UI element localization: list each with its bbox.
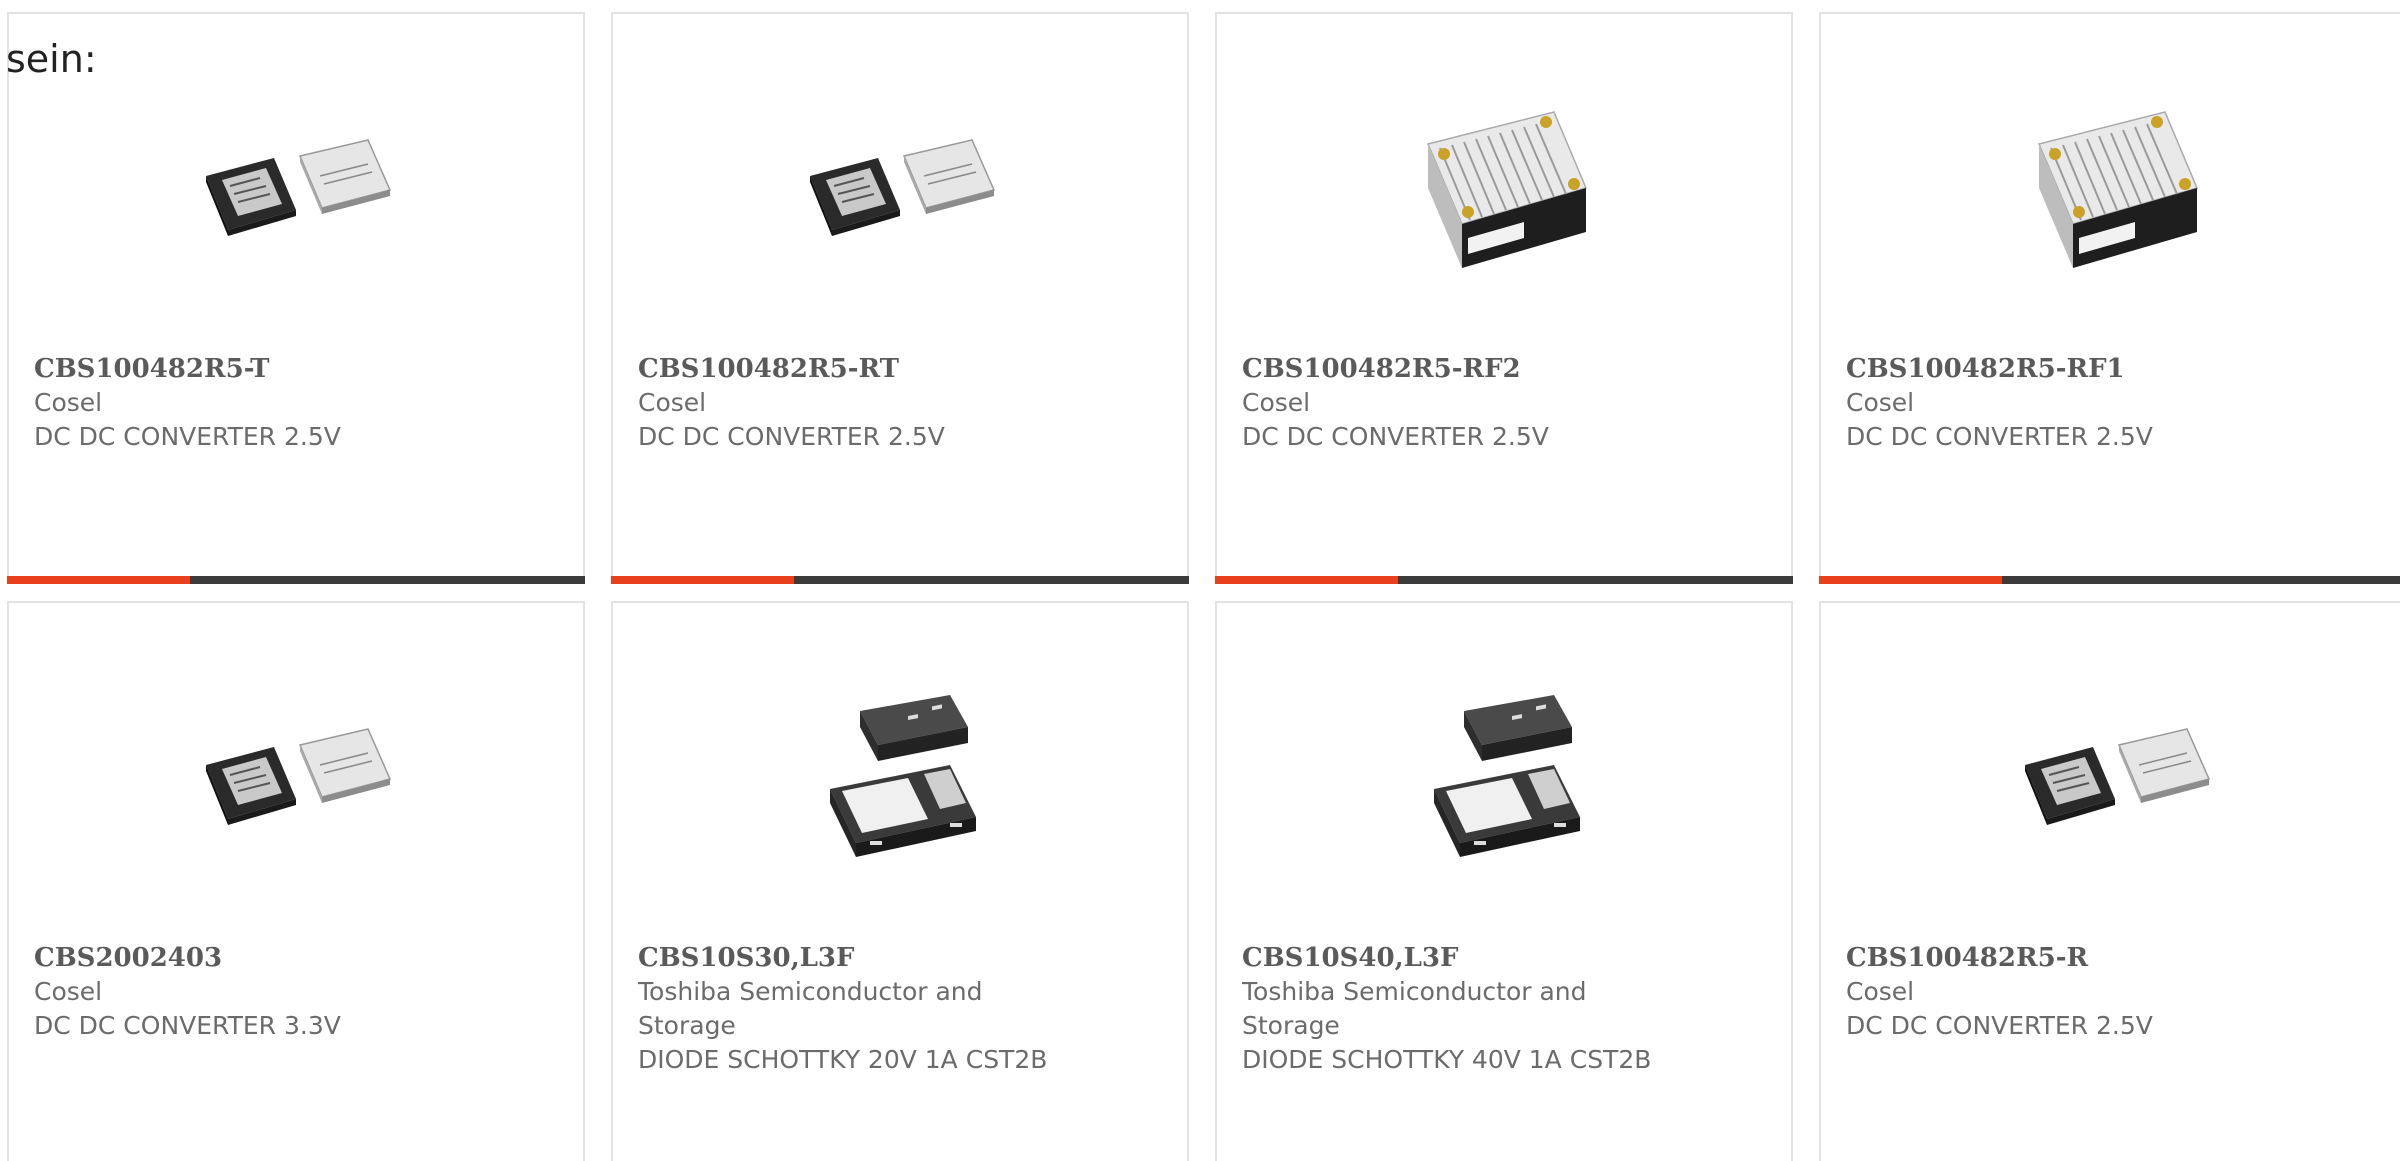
dc-dc-module-pair-icon xyxy=(206,728,392,825)
card-progress-bar xyxy=(1819,576,2400,584)
manufacturer: Cosel xyxy=(1242,388,1311,417)
description: DC DC CONVERTER 2.5V xyxy=(1846,422,2153,451)
product-card[interactable]: CBS2002403 Cosel DC DC CONVERTER 3.3V xyxy=(7,601,585,1161)
dc-dc-module-pair-icon xyxy=(810,139,996,236)
product-card[interactable]: CBS100482R5-R Cosel DC DC CONVERTER 2.5V xyxy=(1819,601,2400,1161)
product-grid: CBS100482R5-T Cosel DC DC CONVERTER 2.5V… xyxy=(0,0,2400,1161)
heatsink-module-icon xyxy=(1426,111,1588,268)
product-info: CBS2002403 Cosel DC DC CONVERTER 3.3V xyxy=(34,941,454,1043)
manufacturer: Cosel xyxy=(34,977,103,1006)
part-number-link[interactable]: CBS100482R5-RF1 xyxy=(1846,354,2125,384)
card-progress-bar xyxy=(611,576,1189,584)
part-number-link[interactable]: CBS100482R5-R xyxy=(1846,943,2088,973)
product-info: CBS100482R5-R Cosel DC DC CONVERTER 2.5V xyxy=(1846,941,2266,1043)
product-info: CBS10S40,L3F Toshiba Semiconductor and S… xyxy=(1242,941,1662,1077)
card-progress-accent xyxy=(1819,576,2002,584)
manufacturer: Toshiba Semiconductor and Storage xyxy=(1242,977,1587,1040)
product-info: CBS100482R5-RT Cosel DC DC CONVERTER 2.5… xyxy=(638,352,1058,454)
product-info: CBS100482R5-RF2 Cosel DC DC CONVERTER 2.… xyxy=(1242,352,1662,454)
smd-diode-package-icon xyxy=(1434,695,1580,857)
product-card[interactable]: CBS100482R5-RT Cosel DC DC CONVERTER 2.5… xyxy=(611,12,1189,584)
product-info: CBS100482R5-RF1 Cosel DC DC CONVERTER 2.… xyxy=(1846,352,2266,454)
description: DC DC CONVERTER 2.5V xyxy=(34,422,341,451)
part-number-link[interactable]: CBS10S30,L3F xyxy=(638,943,854,973)
part-number-link[interactable]: CBS100482R5-RF2 xyxy=(1242,354,1521,384)
product-info: CBS10S30,L3F Toshiba Semiconductor and S… xyxy=(638,941,1058,1077)
part-number-link[interactable]: CBS2002403 xyxy=(34,943,222,973)
product-card[interactable]: CBS10S30,L3F Toshiba Semiconductor and S… xyxy=(611,601,1189,1161)
card-progress-bar xyxy=(1215,576,1793,584)
card-progress-bar xyxy=(7,576,585,584)
description: DC DC CONVERTER 2.5V xyxy=(638,422,945,451)
product-card[interactable]: CBS100482R5-RF2 Cosel DC DC CONVERTER 2.… xyxy=(1215,12,1793,584)
manufacturer: Toshiba Semiconductor and Storage xyxy=(638,977,983,1040)
card-progress-accent xyxy=(611,576,794,584)
product-card[interactable]: CBS100482R5-T Cosel DC DC CONVERTER 2.5V xyxy=(7,12,585,584)
description: DIODE SCHOTTKY 40V 1A CST2B xyxy=(1242,1045,1652,1074)
manufacturer: Cosel xyxy=(1846,388,1915,417)
dc-dc-module-pair-icon xyxy=(2025,728,2211,825)
heatsink-module-icon xyxy=(2037,111,2199,268)
part-number-link[interactable]: CBS100482R5-RT xyxy=(638,354,899,384)
part-number-link[interactable]: CBS100482R5-T xyxy=(34,354,270,384)
intro-text: sein: xyxy=(6,37,97,81)
manufacturer: Cosel xyxy=(1846,977,1915,1006)
description: DC DC CONVERTER 3.3V xyxy=(34,1011,341,1040)
product-card[interactable]: CBS10S40,L3F Toshiba Semiconductor and S… xyxy=(1215,601,1793,1161)
product-card[interactable]: CBS100482R5-RF1 Cosel DC DC CONVERTER 2.… xyxy=(1819,12,2400,584)
dc-dc-module-pair-icon xyxy=(206,139,392,236)
manufacturer: Cosel xyxy=(638,388,707,417)
card-progress-accent xyxy=(7,576,190,584)
smd-diode-package-icon xyxy=(830,695,976,857)
description: DIODE SCHOTTKY 20V 1A CST2B xyxy=(638,1045,1048,1074)
manufacturer: Cosel xyxy=(34,388,103,417)
description: DC DC CONVERTER 2.5V xyxy=(1846,1011,2153,1040)
part-number-link[interactable]: CBS10S40,L3F xyxy=(1242,943,1458,973)
product-info: CBS100482R5-T Cosel DC DC CONVERTER 2.5V xyxy=(34,352,454,454)
card-progress-accent xyxy=(1215,576,1398,584)
description: DC DC CONVERTER 2.5V xyxy=(1242,422,1549,451)
